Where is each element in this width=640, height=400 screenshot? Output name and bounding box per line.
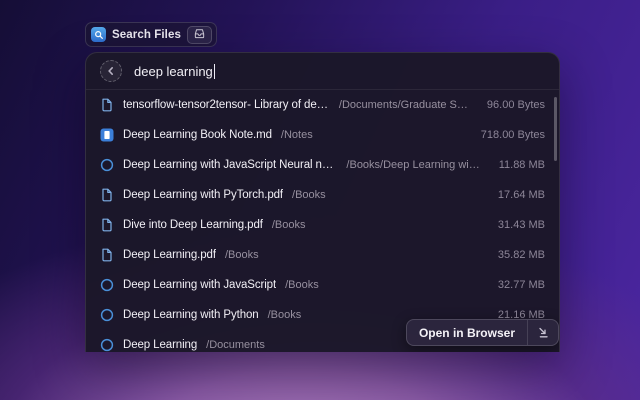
search-files-app-icon (91, 27, 106, 42)
file-path: /Books (268, 309, 302, 321)
extension-badge-label: Search Files (112, 29, 181, 41)
file-path: /Books (272, 219, 306, 231)
file-path: /Documents (206, 339, 265, 351)
inbox-icon (193, 26, 206, 44)
file-name: Deep Learning Book Note.md (123, 129, 272, 141)
file-name: Dive into Deep Learning.pdf (123, 219, 263, 231)
search-files-window: deep learning tensorflow-tensor2tensor- … (85, 52, 560, 352)
document-outline-icon (100, 248, 114, 262)
file-name: Deep Learning with JavaScript Neural net… (123, 159, 337, 171)
file-name: Deep Learning with Python (123, 309, 259, 321)
desktop-background: { "colors": { "accent_blue": "#4a90d9", … (0, 0, 640, 400)
file-size: 96.00 Bytes (477, 99, 545, 111)
circle-outline-icon (100, 338, 114, 352)
note-filled-icon (100, 128, 114, 142)
file-path: /Books/Deep Learning wi… (346, 159, 479, 171)
file-path: /Books (285, 279, 319, 291)
extension-badge[interactable]: Search Files (85, 22, 217, 47)
file-name: tensorflow-tensor2tensor- Library of dee… (123, 99, 330, 111)
file-size: 31.43 MB (488, 219, 545, 231)
file-result-row[interactable]: Deep Learning with JavaScript /Books 32.… (86, 270, 559, 300)
file-path: /Books (292, 189, 326, 201)
file-name: Deep Learning.pdf (123, 249, 216, 261)
text-caret (214, 64, 216, 79)
document-outline-icon (100, 218, 114, 232)
open-in-browser-button[interactable]: Open in Browser (406, 319, 559, 346)
document-outline-icon (100, 188, 114, 202)
file-result-row[interactable]: tensorflow-tensor2tensor- Library of dee… (86, 90, 559, 120)
search-query-text: deep learning (134, 64, 213, 79)
file-result-row[interactable]: Deep Learning with JavaScript Neural net… (86, 150, 559, 180)
file-name: Deep Learning with PyTorch.pdf (123, 189, 283, 201)
file-path: /Books (225, 249, 259, 261)
file-path: /Notes (281, 129, 313, 141)
circle-outline-icon (100, 308, 114, 322)
extension-badge-key (187, 26, 212, 44)
scrollbar-thumb[interactable] (554, 97, 557, 161)
document-outline-icon (100, 98, 114, 112)
file-size: 35.82 MB (488, 249, 545, 261)
back-button[interactable] (100, 60, 122, 82)
file-result-row[interactable]: Deep Learning.pdf /Books 35.82 MB (86, 240, 559, 270)
file-result-row[interactable]: Deep Learning Book Note.md /Notes 718.00… (86, 120, 559, 150)
file-size: 11.88 MB (489, 159, 545, 171)
file-name: Deep Learning with JavaScript (123, 279, 276, 291)
file-result-row[interactable]: Dive into Deep Learning.pdf /Books 31.43… (86, 210, 559, 240)
results-list: tensorflow-tensor2tensor- Library of dee… (86, 90, 559, 352)
file-name: Deep Learning (123, 339, 197, 351)
file-result-row[interactable]: Deep Learning with PyTorch.pdf /Books 17… (86, 180, 559, 210)
file-path: /Documents/Graduate S… (339, 99, 468, 111)
search-input[interactable]: deep learning (134, 64, 215, 79)
circle-outline-icon (100, 278, 114, 292)
file-size: 17.64 MB (488, 189, 545, 201)
open-in-browser-label: Open in Browser (407, 326, 527, 340)
search-bar: deep learning (86, 53, 559, 89)
file-size: 718.00 Bytes (471, 129, 545, 141)
chevron-left-icon (106, 66, 116, 76)
file-size: 32.77 MB (488, 279, 545, 291)
circle-outline-icon (100, 158, 114, 172)
enter-key-icon (528, 326, 558, 339)
